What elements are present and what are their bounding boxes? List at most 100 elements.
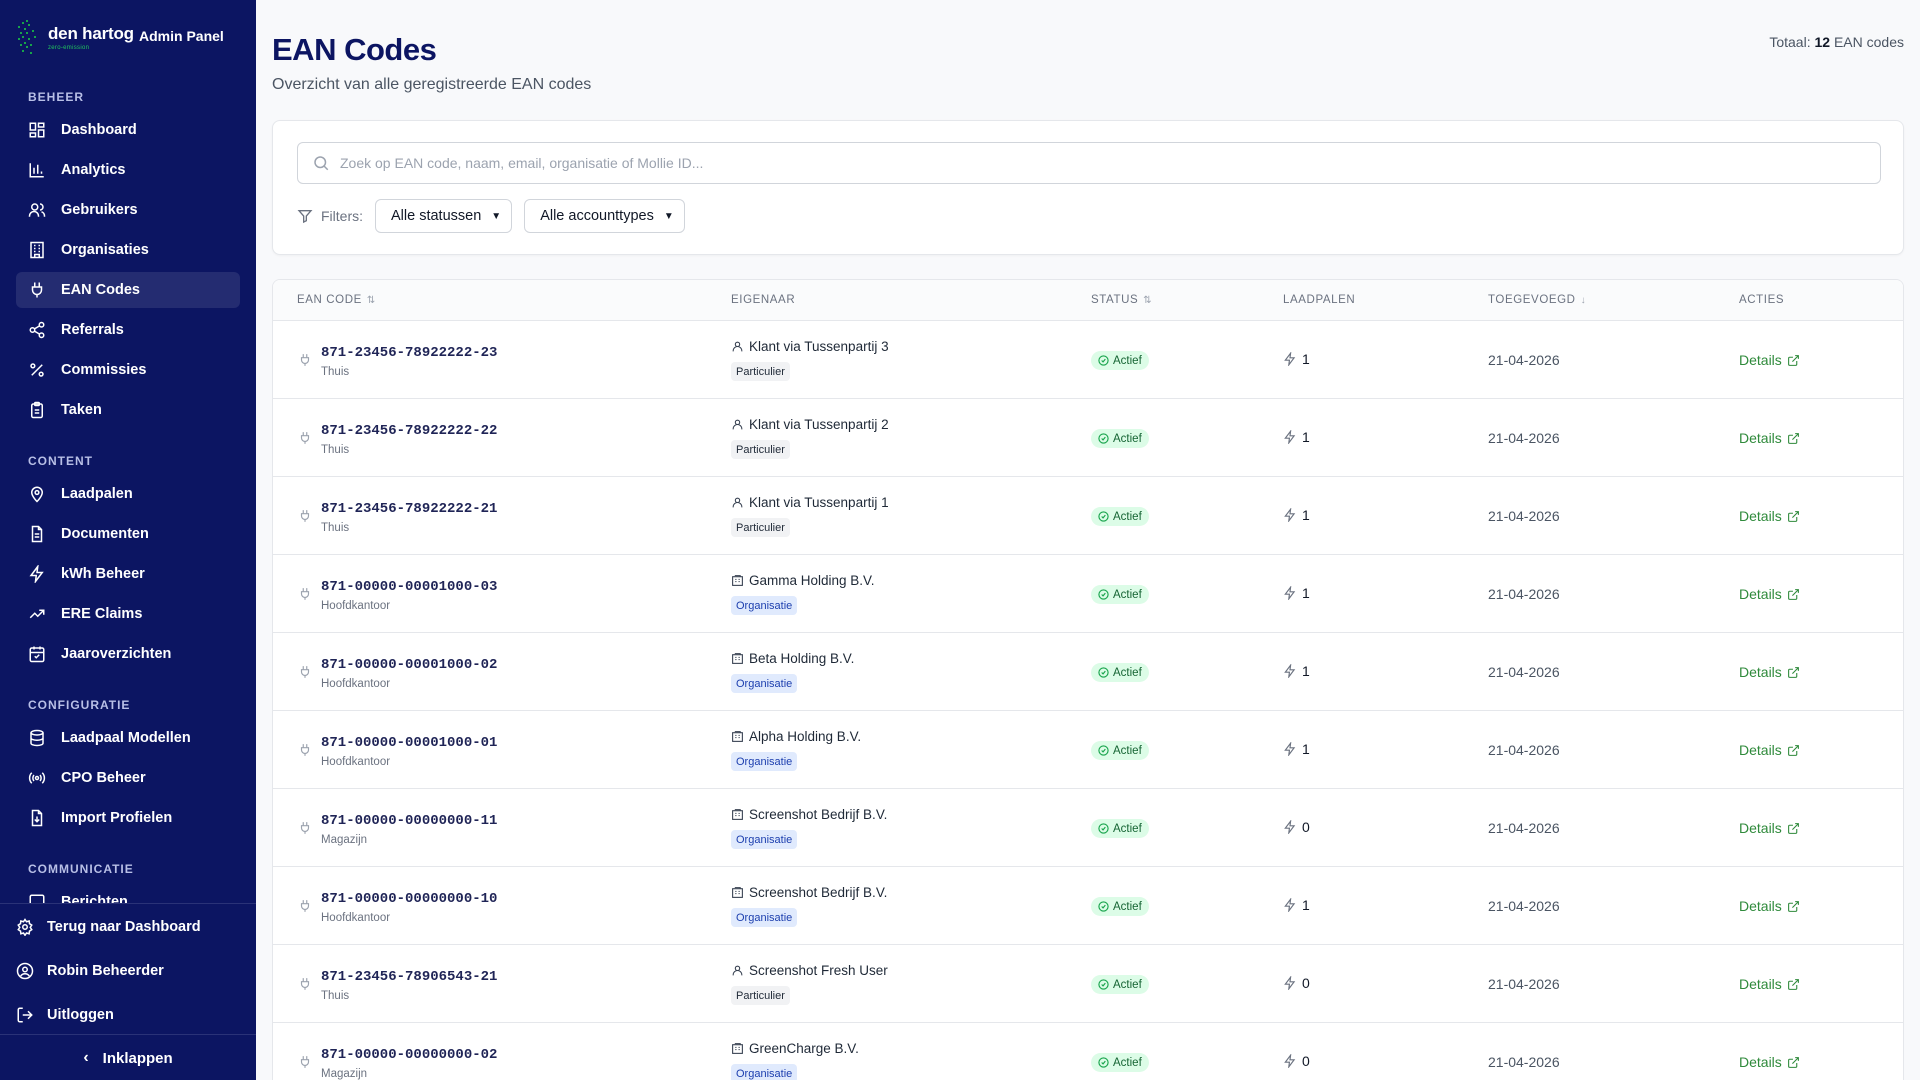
sidebar-item-laadpalen[interactable]: Laadpalen <box>16 476 240 512</box>
details-link[interactable]: Details <box>1739 664 1800 680</box>
lightning-icon <box>29 565 44 583</box>
status-label: Actief <box>1113 822 1142 835</box>
sort-desc-icon: ↓ <box>1580 294 1587 306</box>
details-link[interactable]: Details <box>1739 430 1800 446</box>
back-to-dashboard-link[interactable]: Terug naar Dashboard <box>16 918 201 936</box>
details-link[interactable]: Details <box>1739 898 1800 914</box>
sidebar-item-kwh-beheer[interactable]: kWh Beheer <box>16 556 240 592</box>
account-type-badge: Organisatie <box>731 830 798 849</box>
logout-icon <box>17 1007 33 1023</box>
filters-label-text: Filters: <box>321 208 363 224</box>
table-row[interactable]: 871-23456-78922222-21 Thuis Klant via Tuss… <box>273 477 1903 555</box>
filters-label: Filters: <box>297 208 363 224</box>
sidebar-item-taken[interactable]: Taken <box>16 392 240 428</box>
sidebar-item-ean-codes[interactable]: EAN Codes <box>16 272 240 308</box>
accounttype-filter-select[interactable]: Alle accounttypes ▼ <box>524 199 685 233</box>
sidebar-item-jaaroverzichten[interactable]: Jaaroverzichten <box>16 636 240 672</box>
plug-icon <box>300 1056 310 1068</box>
ean-location: Magazijn <box>321 834 368 846</box>
table-row[interactable]: 871-23456-78906543-21 Thuis Screenshot Fre… <box>273 945 1903 1023</box>
sidebar-item-berichten[interactable]: Berichten <box>16 884 240 903</box>
laadpalen-count: 1 <box>1283 507 1310 523</box>
table-row[interactable]: 871-00000-00001000-03 Hoofdkantoor Gamma H… <box>273 555 1903 633</box>
sidebar-item-gebruikers[interactable]: Gebruikers <box>16 192 240 228</box>
sidebar-item-import-profielen[interactable]: Import Profielen <box>16 800 240 836</box>
sidebar-item-label: Gebruikers <box>61 202 138 218</box>
check-circle-icon <box>1098 1057 1109 1068</box>
person-icon <box>732 341 743 352</box>
account-type-badge: Organisatie <box>731 908 798 927</box>
column-label: STATUS <box>1091 294 1139 306</box>
status-label: Actief <box>1113 432 1142 445</box>
table-header: EAN CODE ⇅ EIGENAAR STATUS ⇅ LAADPALEN TOE… <box>273 280 1903 321</box>
search-box[interactable] <box>297 142 1881 184</box>
sidebar-item-label: Analytics <box>61 162 126 178</box>
search-input[interactable] <box>340 155 1840 171</box>
sidebar-item-ere-claims[interactable]: ERE Claims <box>16 596 240 632</box>
chevron-left-icon: ‹ <box>83 1049 89 1066</box>
column-header-ean-code[interactable]: EAN CODE ⇅ <box>297 294 376 306</box>
user-profile[interactable]: Robin Beheerder <box>16 962 164 980</box>
details-link[interactable]: Details <box>1739 742 1800 758</box>
table-row[interactable]: 871-23456-78922222-22 Thuis Klant via Tuss… <box>273 399 1903 477</box>
ean-location: Hoofdkantoor <box>321 678 391 690</box>
collapse-sidebar-button[interactable]: ‹ Inklappen <box>0 1034 256 1080</box>
details-link[interactable]: Details <box>1739 508 1800 524</box>
table-row[interactable]: 871-00000-00000000-11 Magazijn Screenshot … <box>273 789 1903 867</box>
laadpalen-count: 1 <box>1283 741 1310 757</box>
details-label: Details <box>1739 898 1782 914</box>
table-row[interactable]: 871-00000-00001000-01 Hoofdkantoor Alpha H… <box>273 711 1903 789</box>
details-link[interactable]: Details <box>1739 586 1800 602</box>
check-circle-icon <box>1098 745 1109 756</box>
sidebar-item-organisaties[interactable]: Organisaties <box>16 232 240 268</box>
added-date: 21-04-2026 <box>1488 976 1560 992</box>
account-type-badge: Organisatie <box>731 1064 798 1080</box>
sidebar-item-commissies[interactable]: Commissies <box>16 352 240 388</box>
section-configuratie: CONFIGURATIE <box>28 698 131 712</box>
ean-location: Thuis <box>321 366 350 378</box>
ean-location: Thuis <box>321 444 350 456</box>
details-link[interactable]: Details <box>1739 1054 1800 1070</box>
laadpalen-count: 0 <box>1283 819 1310 835</box>
dashboard-icon <box>29 122 45 138</box>
lightning-icon <box>1284 1054 1296 1068</box>
sidebar-item-label: Referrals <box>61 322 124 338</box>
logout-button[interactable]: Uitloggen <box>16 1006 114 1024</box>
import-icon <box>31 809 43 827</box>
status-label: Actief <box>1113 900 1142 913</box>
sidebar-footer: Terug naar Dashboard Robin Beheerder Uit… <box>0 903 256 1080</box>
details-link[interactable]: Details <box>1739 352 1800 368</box>
sidebar-item-documenten[interactable]: Documenten <box>16 516 240 552</box>
details-label: Details <box>1739 586 1782 602</box>
sidebar-item-label: kWh Beheer <box>61 566 145 582</box>
owner-name: Klant via Tussenpartij 1 <box>731 495 889 510</box>
table-row[interactable]: 871-23456-78922222-23 Thuis Klant via Tuss… <box>273 321 1903 399</box>
table-row[interactable]: 871-00000-00000000-10 Hoofdkantoor Screens… <box>273 867 1903 945</box>
sidebar-item-cpo-beheer[interactable]: CPO Beheer <box>16 760 240 796</box>
sidebar-item-dashboard[interactable]: Dashboard <box>16 112 240 148</box>
column-header-status[interactable]: STATUS ⇅ <box>1091 294 1152 306</box>
table-row[interactable]: 871-00000-00001000-02 Hoofdkantoor Beta Ho… <box>273 633 1903 711</box>
sidebar-item-laadpaal-modellen[interactable]: Laadpaal Modellen <box>16 720 240 756</box>
sidebar-item-label: ERE Claims <box>61 606 143 622</box>
details-link[interactable]: Details <box>1739 976 1800 992</box>
ean-code: 871-00000-00001000-02 <box>321 657 498 673</box>
status-badge: Actief <box>1091 585 1149 604</box>
sidebar-item-analytics[interactable]: Analytics <box>16 152 240 188</box>
column-header-toegevoegd[interactable]: TOEGEVOEGD ↓ <box>1488 294 1586 306</box>
sidebar-item-referrals[interactable]: Referrals <box>16 312 240 348</box>
external-link-icon <box>1787 978 1799 990</box>
status-badge: Actief <box>1091 663 1149 682</box>
users-icon <box>28 203 46 217</box>
owner-name: Screenshot Fresh User <box>731 963 888 978</box>
details-link[interactable]: Details <box>1739 820 1800 836</box>
added-date: 21-04-2026 <box>1488 508 1560 524</box>
column-label: TOEGEVOEGD <box>1488 294 1576 306</box>
sidebar-item-label: Import Profielen <box>61 810 173 826</box>
brand-logo[interactable]: den hartog zero-emission <box>16 18 134 58</box>
table-row[interactable]: 871-00000-00000000-02 Magazijn GreenCharge… <box>273 1023 1903 1080</box>
status-filter-select[interactable]: Alle statussen ▼ <box>375 199 513 233</box>
account-type-badge: Particulier <box>731 518 790 537</box>
external-link-icon <box>1787 588 1799 600</box>
lightning-icon <box>1284 742 1296 756</box>
